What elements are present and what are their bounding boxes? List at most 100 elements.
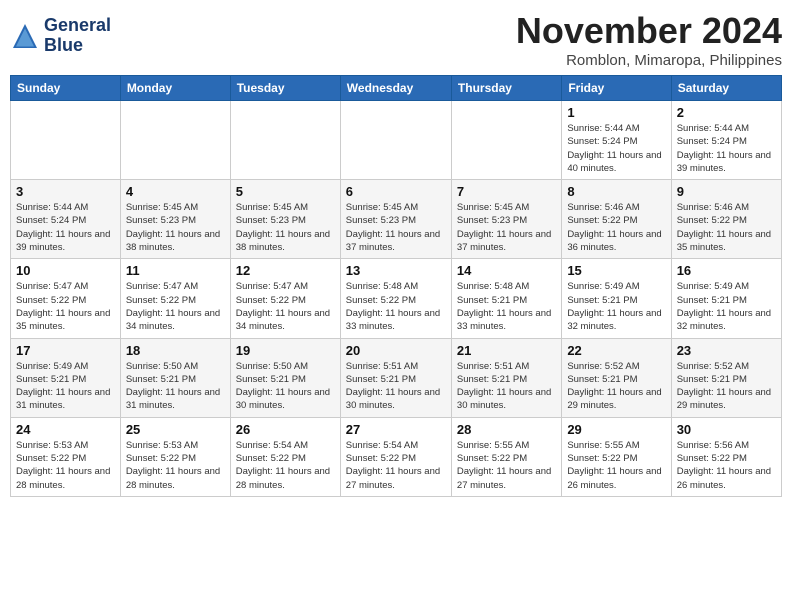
day-number: 5 <box>236 184 335 199</box>
day-number: 28 <box>457 422 556 437</box>
day-info: Sunrise: 5:52 AM Sunset: 5:21 PM Dayligh… <box>677 360 776 413</box>
month-title: November 2024 <box>516 10 782 52</box>
day-number: 6 <box>346 184 446 199</box>
calendar-cell: 13 Sunrise: 5:48 AM Sunset: 5:22 PM Dayli… <box>340 259 451 338</box>
calendar-cell: 20 Sunrise: 5:51 AM Sunset: 5:21 PM Dayli… <box>340 338 451 417</box>
calendar-cell: 22 Sunrise: 5:52 AM Sunset: 5:21 PM Dayli… <box>562 338 671 417</box>
calendar-week-4: 17 Sunrise: 5:49 AM Sunset: 5:21 PM Dayli… <box>11 338 782 417</box>
calendar-cell <box>230 101 340 180</box>
location-subtitle: Romblon, Mimaropa, Philippines <box>516 52 782 69</box>
day-number: 27 <box>346 422 446 437</box>
day-info: Sunrise: 5:44 AM Sunset: 5:24 PM Dayligh… <box>677 122 776 175</box>
day-number: 1 <box>567 105 665 120</box>
day-info: Sunrise: 5:52 AM Sunset: 5:21 PM Dayligh… <box>567 360 665 413</box>
day-number: 7 <box>457 184 556 199</box>
day-info: Sunrise: 5:48 AM Sunset: 5:22 PM Dayligh… <box>346 280 446 333</box>
day-info: Sunrise: 5:44 AM Sunset: 5:24 PM Dayligh… <box>16 201 115 254</box>
column-header-thursday: Thursday <box>451 76 561 101</box>
day-number: 8 <box>567 184 665 199</box>
day-number: 29 <box>567 422 665 437</box>
calendar-cell: 5 Sunrise: 5:45 AM Sunset: 5:23 PM Daylig… <box>230 180 340 259</box>
day-number: 22 <box>567 343 665 358</box>
day-info: Sunrise: 5:51 AM Sunset: 5:21 PM Dayligh… <box>346 360 446 413</box>
calendar-cell: 16 Sunrise: 5:49 AM Sunset: 5:21 PM Dayli… <box>671 259 781 338</box>
day-info: Sunrise: 5:50 AM Sunset: 5:21 PM Dayligh… <box>126 360 225 413</box>
day-info: Sunrise: 5:49 AM Sunset: 5:21 PM Dayligh… <box>567 280 665 333</box>
calendar-cell <box>340 101 451 180</box>
calendar-table: SundayMondayTuesdayWednesdayThursdayFrid… <box>10 75 782 497</box>
day-info: Sunrise: 5:45 AM Sunset: 5:23 PM Dayligh… <box>126 201 225 254</box>
column-header-saturday: Saturday <box>671 76 781 101</box>
day-number: 25 <box>126 422 225 437</box>
day-info: Sunrise: 5:45 AM Sunset: 5:23 PM Dayligh… <box>236 201 335 254</box>
day-number: 9 <box>677 184 776 199</box>
day-info: Sunrise: 5:54 AM Sunset: 5:22 PM Dayligh… <box>346 439 446 492</box>
day-info: Sunrise: 5:47 AM Sunset: 5:22 PM Dayligh… <box>16 280 115 333</box>
day-info: Sunrise: 5:47 AM Sunset: 5:22 PM Dayligh… <box>126 280 225 333</box>
calendar-cell: 1 Sunrise: 5:44 AM Sunset: 5:24 PM Daylig… <box>562 101 671 180</box>
day-info: Sunrise: 5:45 AM Sunset: 5:23 PM Dayligh… <box>457 201 556 254</box>
day-info: Sunrise: 5:47 AM Sunset: 5:22 PM Dayligh… <box>236 280 335 333</box>
day-number: 15 <box>567 263 665 278</box>
day-number: 20 <box>346 343 446 358</box>
day-number: 11 <box>126 263 225 278</box>
day-number: 19 <box>236 343 335 358</box>
day-number: 30 <box>677 422 776 437</box>
logo: General Blue <box>10 16 111 56</box>
title-block: November 2024 Romblon, Mimaropa, Philipp… <box>516 10 782 69</box>
calendar-cell: 29 Sunrise: 5:55 AM Sunset: 5:22 PM Dayli… <box>562 417 671 496</box>
calendar-cell: 11 Sunrise: 5:47 AM Sunset: 5:22 PM Dayli… <box>120 259 230 338</box>
calendar-cell: 2Sunrise: 5:44 AM Sunset: 5:24 PM Daylig… <box>671 101 781 180</box>
day-number: 26 <box>236 422 335 437</box>
day-number: 17 <box>16 343 115 358</box>
day-info: Sunrise: 5:46 AM Sunset: 5:22 PM Dayligh… <box>567 201 665 254</box>
day-number: 3 <box>16 184 115 199</box>
calendar-cell: 15 Sunrise: 5:49 AM Sunset: 5:21 PM Dayli… <box>562 259 671 338</box>
day-info: Sunrise: 5:50 AM Sunset: 5:21 PM Dayligh… <box>236 360 335 413</box>
calendar-cell: 24Sunrise: 5:53 AM Sunset: 5:22 PM Dayli… <box>11 417 121 496</box>
day-number: 16 <box>677 263 776 278</box>
day-number: 18 <box>126 343 225 358</box>
logo-text: General Blue <box>44 16 111 56</box>
calendar-cell: 4 Sunrise: 5:45 AM Sunset: 5:23 PM Daylig… <box>120 180 230 259</box>
calendar-cell: 18 Sunrise: 5:50 AM Sunset: 5:21 PM Dayli… <box>120 338 230 417</box>
calendar-cell: 14 Sunrise: 5:48 AM Sunset: 5:21 PM Dayli… <box>451 259 561 338</box>
calendar-cell: 23 Sunrise: 5:52 AM Sunset: 5:21 PM Dayli… <box>671 338 781 417</box>
day-number: 4 <box>126 184 225 199</box>
calendar-header-row: SundayMondayTuesdayWednesdayThursdayFrid… <box>11 76 782 101</box>
calendar-cell <box>120 101 230 180</box>
day-info: Sunrise: 5:44 AM Sunset: 5:24 PM Dayligh… <box>567 122 665 175</box>
day-info: Sunrise: 5:54 AM Sunset: 5:22 PM Dayligh… <box>236 439 335 492</box>
day-number: 14 <box>457 263 556 278</box>
calendar-cell: 3 Sunrise: 5:44 AM Sunset: 5:24 PM Daylig… <box>11 180 121 259</box>
calendar-week-2: 3 Sunrise: 5:44 AM Sunset: 5:24 PM Daylig… <box>11 180 782 259</box>
day-number: 12 <box>236 263 335 278</box>
day-info: Sunrise: 5:46 AM Sunset: 5:22 PM Dayligh… <box>677 201 776 254</box>
day-info: Sunrise: 5:49 AM Sunset: 5:21 PM Dayligh… <box>16 360 115 413</box>
calendar-cell: 26 Sunrise: 5:54 AM Sunset: 5:22 PM Dayli… <box>230 417 340 496</box>
calendar-week-3: 10Sunrise: 5:47 AM Sunset: 5:22 PM Dayli… <box>11 259 782 338</box>
calendar-cell: 30Sunrise: 5:56 AM Sunset: 5:22 PM Dayli… <box>671 417 781 496</box>
day-info: Sunrise: 5:48 AM Sunset: 5:21 PM Dayligh… <box>457 280 556 333</box>
column-header-sunday: Sunday <box>11 76 121 101</box>
calendar-cell: 27 Sunrise: 5:54 AM Sunset: 5:22 PM Dayli… <box>340 417 451 496</box>
day-info: Sunrise: 5:55 AM Sunset: 5:22 PM Dayligh… <box>567 439 665 492</box>
calendar-cell <box>451 101 561 180</box>
calendar-body: 1 Sunrise: 5:44 AM Sunset: 5:24 PM Daylig… <box>11 101 782 497</box>
calendar-week-1: 1 Sunrise: 5:44 AM Sunset: 5:24 PM Daylig… <box>11 101 782 180</box>
day-info: Sunrise: 5:51 AM Sunset: 5:21 PM Dayligh… <box>457 360 556 413</box>
calendar-cell: 21Sunrise: 5:51 AM Sunset: 5:21 PM Dayli… <box>451 338 561 417</box>
page-header: General Blue November 2024 Romblon, Mima… <box>10 10 782 69</box>
calendar-week-5: 24Sunrise: 5:53 AM Sunset: 5:22 PM Dayli… <box>11 417 782 496</box>
column-header-monday: Monday <box>120 76 230 101</box>
calendar-cell: 10Sunrise: 5:47 AM Sunset: 5:22 PM Dayli… <box>11 259 121 338</box>
logo-icon <box>10 21 40 51</box>
day-info: Sunrise: 5:49 AM Sunset: 5:21 PM Dayligh… <box>677 280 776 333</box>
calendar-cell: 8 Sunrise: 5:46 AM Sunset: 5:22 PM Daylig… <box>562 180 671 259</box>
column-header-tuesday: Tuesday <box>230 76 340 101</box>
day-number: 13 <box>346 263 446 278</box>
calendar-cell <box>11 101 121 180</box>
column-header-wednesday: Wednesday <box>340 76 451 101</box>
calendar-cell: 25Sunrise: 5:53 AM Sunset: 5:22 PM Dayli… <box>120 417 230 496</box>
day-number: 23 <box>677 343 776 358</box>
